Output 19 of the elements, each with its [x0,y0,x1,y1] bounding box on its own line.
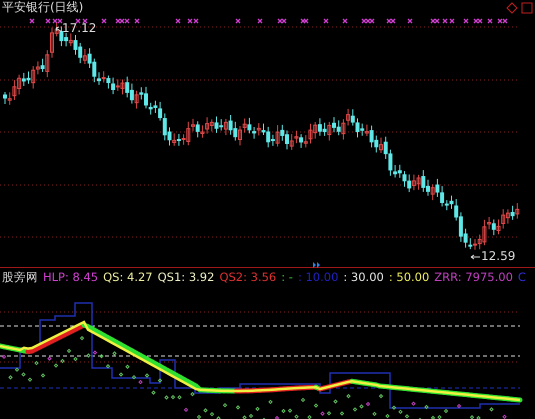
legend-value: QS1: 3.92 [158,270,214,284]
chart-title: 平安银行(日线) [2,0,84,15]
square-icon[interactable] [522,2,532,14]
diamond-icon[interactable] [506,2,518,14]
arrow-icon [470,254,480,260]
indicator-name: 股旁网 [2,270,38,284]
legend-value: QS: 4.27 [103,270,153,284]
legend-value: QS2: 3.56 [219,270,276,284]
legend-value: ZRR: 7975.00 [434,270,513,284]
legend-value: HLP: 8.45 [43,270,98,284]
legend-value: : - [281,270,293,284]
low-price-label: 12.59 [481,250,516,263]
scroll-marker-icon[interactable] [313,262,320,268]
arrow-icon [56,26,62,32]
legend-value: : 10.00 [298,270,338,284]
legend-value: : 30.00 [343,270,384,284]
legend-value: : 50.00 [388,270,430,284]
legend-value: C [518,270,526,284]
high-price-label: 17.12 [62,22,96,35]
